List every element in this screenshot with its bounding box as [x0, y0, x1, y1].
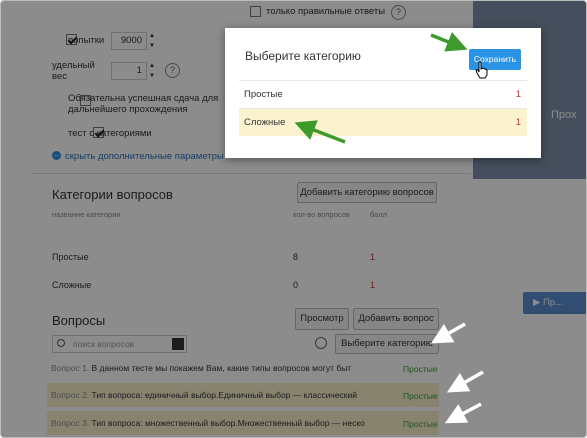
arrow-to-complex-icon: [294, 120, 346, 144]
annotation-arrows: [294, 32, 484, 424]
arrow-to-save-icon: [430, 32, 468, 52]
arrow-to-select-icon: [430, 322, 466, 344]
arrow-to-row2-icon: [446, 370, 484, 393]
arrow-to-row3-icon: [444, 402, 482, 424]
app-frame: Прох ▶ Пр... только правильные ответы ? …: [0, 0, 587, 438]
